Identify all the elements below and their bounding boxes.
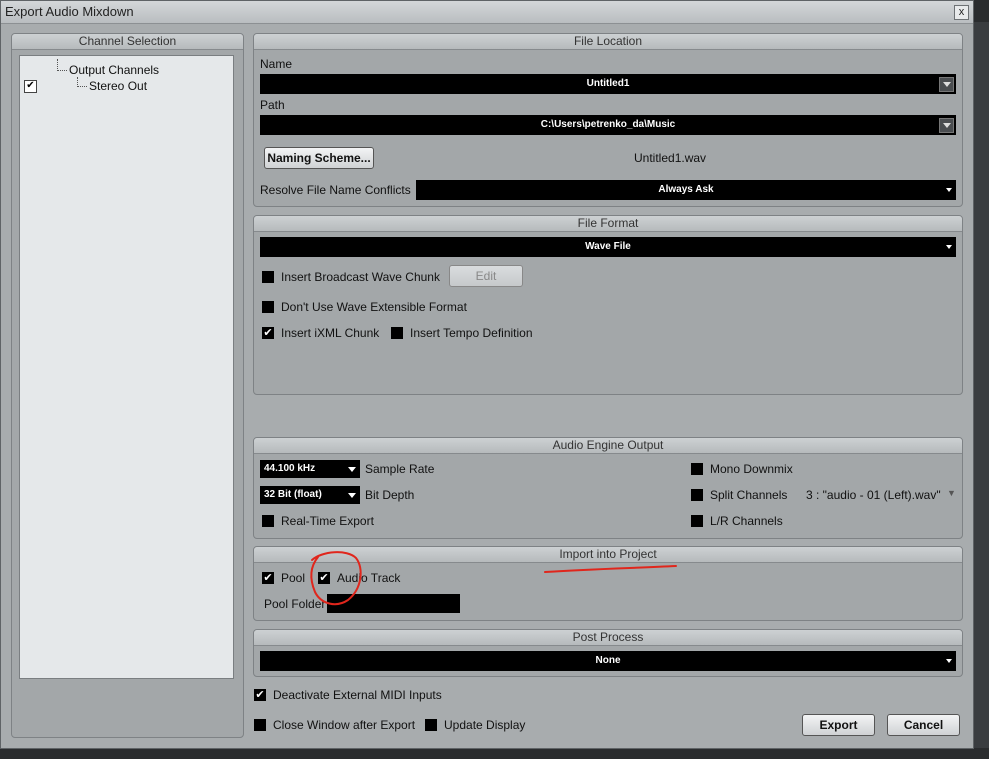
broadcast-wave-label: Insert Broadcast Wave Chunk [281,270,440,284]
close-button[interactable]: x [954,5,969,20]
sample-rate-label: Sample Rate [365,462,435,476]
tempo-definition-label: Insert Tempo Definition [410,326,533,340]
naming-scheme-button[interactable]: Naming Scheme... [264,147,374,169]
chevron-down-icon [946,245,952,249]
deactivate-midi-label: Deactivate External MIDI Inputs [273,688,442,702]
channel-selection-header: Channel Selection [12,34,243,50]
bit-depth-dropdown[interactable]: 32 Bit (float) [260,486,360,504]
cancel-button[interactable]: Cancel [887,714,960,736]
update-display-checkbox[interactable] [425,719,437,731]
realtime-export-checkbox[interactable] [262,515,274,527]
audio-track-label: Audio Track [337,571,401,585]
file-location-header: File Location [254,34,962,50]
pool-checkbox[interactable]: ✔ [262,572,274,584]
file-format-header: File Format [254,216,962,232]
import-project-header: Import into Project [254,547,962,563]
tempo-definition-checkbox[interactable] [391,327,403,339]
path-field[interactable]: C:\Users\petrenko_da\Music [260,115,956,135]
split-channels-label: Split Channels [710,488,788,502]
close-window-checkbox[interactable] [254,719,266,731]
conflicts-label: Resolve File Name Conflicts [260,183,411,197]
name-value: Untitled1 [586,78,630,89]
sample-rate-value: 44.100 kHz [264,463,316,474]
mono-downmix-checkbox[interactable] [691,463,703,475]
pool-folder-label: Pool Folder [264,597,326,611]
filename-preview: Untitled1.wav [634,151,707,165]
bit-depth-value: 32 Bit (float) [264,489,322,500]
audio-engine-header: Audio Engine Output [254,438,962,454]
update-display-label: Update Display [444,718,526,732]
pool-label: Pool [281,571,306,585]
ixml-chunk-checkbox[interactable]: ✔ [262,327,274,339]
mono-downmix-label: Mono Downmix [710,462,793,476]
lr-channels-checkbox[interactable] [691,515,703,527]
name-dropdown-icon[interactable] [939,77,954,92]
chevron-down-icon [946,659,952,663]
wave-extensible-checkbox[interactable] [262,301,274,313]
path-label: Path [260,98,285,112]
split-channels-value[interactable]: 3 : "audio - 01 (Left).wav" [806,488,941,502]
title-bar[interactable]: Export Audio Mixdown x [1,1,973,24]
file-format-value: Wave File [585,241,631,252]
deactivate-midi-checkbox[interactable]: ✔ [254,689,266,701]
tree-item-output-channels[interactable]: Output Channels [69,63,159,77]
post-process-header: Post Process [254,630,962,646]
window-title: Export Audio Mixdown [5,4,134,19]
conflicts-value: Always Ask [658,184,714,195]
audio-track-checkbox[interactable]: ✔ [318,572,330,584]
bit-depth-label: Bit Depth [365,488,415,502]
chevron-down-icon [348,493,356,498]
sample-rate-dropdown[interactable]: 44.100 kHz [260,460,360,478]
tree-connector [57,70,67,71]
file-format-dropdown[interactable]: Wave File [260,237,956,257]
name-label: Name [260,57,293,71]
split-channels-checkbox[interactable] [691,489,703,501]
post-process-dropdown[interactable]: None [260,651,956,671]
tree-connector [77,86,87,87]
path-dropdown-icon[interactable] [939,118,954,133]
close-icon: x [958,6,965,18]
chevron-down-icon [946,188,952,192]
background-app-bottom [0,748,989,759]
pool-folder-field[interactable] [327,594,460,613]
close-window-label: Close Window after Export [273,718,416,732]
export-audio-mixdown-dialog: Export Audio Mixdown x Channel Selection… [0,0,974,749]
ixml-chunk-label: Insert iXML Chunk [281,326,380,340]
stereo-out-checkbox[interactable]: ✔ [24,80,37,93]
chevron-down-icon[interactable]: ▼ [947,488,956,498]
path-value: C:\Users\petrenko_da\Music [540,119,676,130]
name-field[interactable]: Untitled1 [260,74,956,94]
edit-button[interactable]: Edit [449,265,523,287]
tree-item-stereo-out[interactable]: Stereo Out [89,79,147,93]
lr-channels-label: L/R Channels [710,514,783,528]
chevron-down-icon [348,467,356,472]
export-button[interactable]: Export [802,714,875,736]
wave-extensible-label: Don't Use Wave Extensible Format [281,300,467,314]
post-process-value: None [595,655,621,666]
conflicts-dropdown[interactable]: Always Ask [416,180,956,200]
channel-tree[interactable]: Output Channels ✔ Stereo Out [19,55,234,679]
broadcast-wave-checkbox[interactable] [262,271,274,283]
realtime-export-label: Real-Time Export [281,514,374,528]
